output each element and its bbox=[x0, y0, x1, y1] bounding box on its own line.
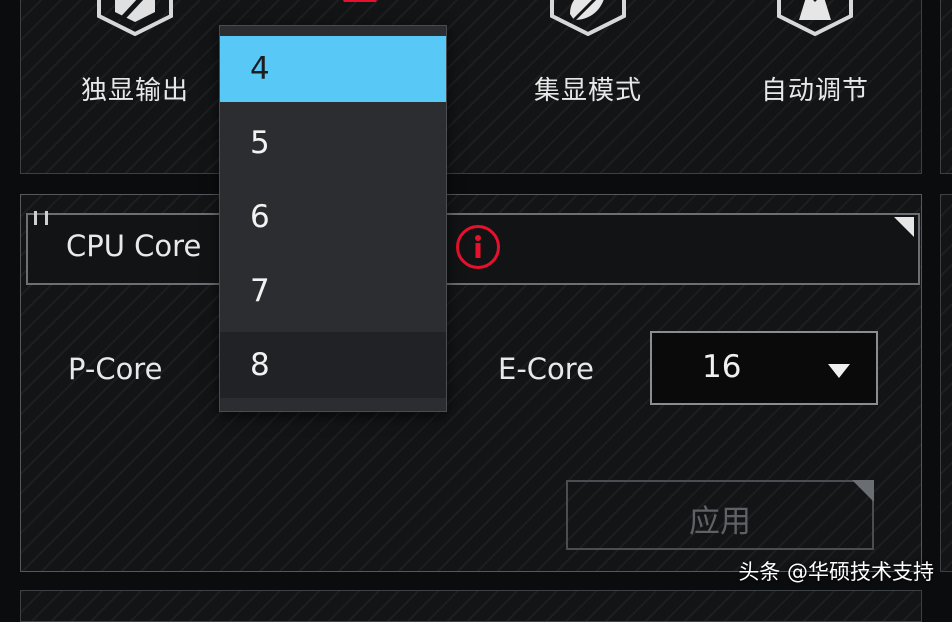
dropdown-option[interactable]: 4 bbox=[220, 36, 446, 102]
dropdown-option[interactable]: 8 bbox=[220, 332, 446, 398]
mode-integrated[interactable]: 集显模式 bbox=[513, 0, 663, 110]
dropdown-option[interactable]: 7 bbox=[220, 258, 446, 324]
auto-adjust-icon bbox=[777, 0, 853, 36]
mode-label: 自动调节 bbox=[760, 76, 869, 106]
e-core-select[interactable]: 16 bbox=[650, 331, 878, 405]
dropdown-option[interactable]: 6 bbox=[220, 184, 446, 250]
watermark: 头条 @华硕技术支持 bbox=[738, 560, 934, 584]
chevron-down-icon bbox=[828, 364, 850, 378]
bottom-panel bbox=[20, 590, 922, 622]
mode-gpu-output[interactable]: 独显输出 bbox=[60, 0, 210, 110]
leaf-eco-icon bbox=[550, 0, 626, 36]
apply-button-label: 应用 bbox=[689, 504, 751, 540]
e-core-value: 16 bbox=[702, 349, 742, 385]
section-title: CPU Core bbox=[66, 229, 202, 263]
corner-notch bbox=[894, 217, 914, 237]
side-panel-right bbox=[940, 0, 952, 174]
dropdown-option[interactable]: 5 bbox=[220, 110, 446, 176]
mode-label: 独显输出 bbox=[80, 76, 189, 106]
info-icon[interactable] bbox=[456, 225, 500, 269]
section-header: CPU Core bbox=[26, 211, 920, 285]
p-core-label: P-Core bbox=[68, 352, 163, 386]
bar-marks bbox=[34, 211, 48, 225]
apply-button[interactable]: 应用 bbox=[566, 480, 874, 550]
p-core-dropdown-list[interactable]: 4 5 6 7 8 bbox=[219, 25, 447, 412]
mode-label: 集显模式 bbox=[533, 76, 642, 106]
side-panel-right-lower bbox=[940, 194, 952, 572]
mode-auto[interactable]: 自动调节 bbox=[740, 0, 890, 110]
e-core-label: E-Core bbox=[498, 352, 594, 386]
gpu-output-icon bbox=[97, 0, 173, 36]
